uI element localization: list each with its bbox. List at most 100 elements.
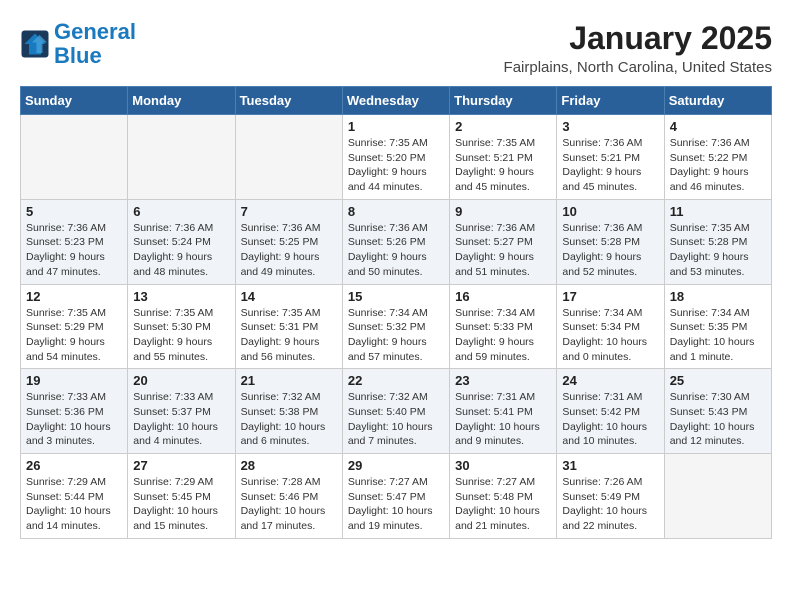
calendar-cell: 11 Sunrise: 7:35 AMSunset: 5:28 PMDayligh… xyxy=(664,199,771,284)
cell-content: Sunrise: 7:36 AMSunset: 5:21 PMDaylight:… xyxy=(562,136,658,195)
calendar-cell: 27 Sunrise: 7:29 AMSunset: 5:45 PMDayligh… xyxy=(128,454,235,539)
calendar-cell: 14 Sunrise: 7:35 AMSunset: 5:31 PMDayligh… xyxy=(235,284,342,369)
cell-content: Sunrise: 7:36 AMSunset: 5:28 PMDaylight:… xyxy=(562,221,658,280)
calendar-cell: 15 Sunrise: 7:34 AMSunset: 5:32 PMDayligh… xyxy=(342,284,449,369)
calendar-cell: 3Sunrise: 7:36 AMSunset: 5:21 PMDaylight… xyxy=(557,115,664,200)
day-number: 22 xyxy=(348,373,444,388)
cell-content: Sunrise: 7:30 AMSunset: 5:43 PMDaylight:… xyxy=(670,390,766,449)
cell-content: Sunrise: 7:36 AMSunset: 5:26 PMDaylight:… xyxy=(348,221,444,280)
page-container: General Blue January 2025 Fairplains, No… xyxy=(0,0,792,549)
calendar-cell: 9 Sunrise: 7:36 AMSunset: 5:27 PMDaylight… xyxy=(450,199,557,284)
cell-content: Sunrise: 7:36 AMSunset: 5:27 PMDaylight:… xyxy=(455,221,551,280)
cell-content: Sunrise: 7:34 AMSunset: 5:32 PMDaylight:… xyxy=(348,306,444,365)
cell-content: Sunrise: 7:35 AMSunset: 5:21 PMDaylight:… xyxy=(455,136,551,195)
day-number: 16 xyxy=(455,289,551,304)
calendar-cell xyxy=(235,115,342,200)
calendar-cell: 23Sunrise: 7:31 AMSunset: 5:41 PMDayligh… xyxy=(450,369,557,454)
cell-content: Sunrise: 7:26 AMSunset: 5:49 PMDaylight:… xyxy=(562,475,658,534)
day-number: 24 xyxy=(562,373,658,388)
cell-content: Sunrise: 7:35 AMSunset: 5:20 PMDaylight:… xyxy=(348,136,444,195)
calendar-cell: 4 Sunrise: 7:36 AMSunset: 5:22 PMDaylight… xyxy=(664,115,771,200)
calendar-cell xyxy=(21,115,128,200)
calendar-cell: 30 Sunrise: 7:27 AMSunset: 5:48 PMDayligh… xyxy=(450,454,557,539)
calendar-week-row: 19 Sunrise: 7:33 AMSunset: 5:36 PMDayligh… xyxy=(21,369,772,454)
day-number: 27 xyxy=(133,458,229,473)
logo-text: General Blue xyxy=(54,20,136,68)
calendar-cell: 19 Sunrise: 7:33 AMSunset: 5:36 PMDayligh… xyxy=(21,369,128,454)
cell-content: Sunrise: 7:35 AMSunset: 5:28 PMDaylight:… xyxy=(670,221,766,280)
calendar-cell: 28Sunrise: 7:28 AMSunset: 5:46 PMDayligh… xyxy=(235,454,342,539)
col-sunday: Sunday xyxy=(21,87,128,115)
calendar-cell: 22 Sunrise: 7:32 AMSunset: 5:40 PMDayligh… xyxy=(342,369,449,454)
cell-content: Sunrise: 7:35 AMSunset: 5:29 PMDaylight:… xyxy=(26,306,122,365)
cell-content: Sunrise: 7:36 AMSunset: 5:23 PMDaylight:… xyxy=(26,221,122,280)
col-saturday: Saturday xyxy=(664,87,771,115)
cell-content: Sunrise: 7:27 AMSunset: 5:47 PMDaylight:… xyxy=(348,475,444,534)
logo-icon xyxy=(20,29,50,59)
cell-content: Sunrise: 7:33 AMSunset: 5:36 PMDaylight:… xyxy=(26,390,122,449)
day-number: 6 xyxy=(133,204,229,219)
calendar-cell: 5 Sunrise: 7:36 AMSunset: 5:23 PMDaylight… xyxy=(21,199,128,284)
day-number: 4 xyxy=(670,119,766,134)
calendar-week-row: 26 Sunrise: 7:29 AMSunset: 5:44 PMDayligh… xyxy=(21,454,772,539)
calendar-cell: 17 Sunrise: 7:34 AMSunset: 5:34 PMDayligh… xyxy=(557,284,664,369)
calendar-cell: 26 Sunrise: 7:29 AMSunset: 5:44 PMDayligh… xyxy=(21,454,128,539)
calendar-cell: 1Sunrise: 7:35 AMSunset: 5:20 PMDaylight… xyxy=(342,115,449,200)
day-number: 19 xyxy=(26,373,122,388)
calendar-header-row: Sunday Monday Tuesday Wednesday Thursday… xyxy=(21,87,772,115)
calendar-cell: 21 Sunrise: 7:32 AMSunset: 5:38 PMDayligh… xyxy=(235,369,342,454)
calendar-cell: 25 Sunrise: 7:30 AMSunset: 5:43 PMDayligh… xyxy=(664,369,771,454)
day-number: 21 xyxy=(241,373,337,388)
day-number: 26 xyxy=(26,458,122,473)
day-number: 10 xyxy=(562,204,658,219)
cell-content: Sunrise: 7:28 AMSunset: 5:46 PMDaylight:… xyxy=(241,475,337,534)
day-number: 9 xyxy=(455,204,551,219)
day-number: 20 xyxy=(133,373,229,388)
calendar-cell: 2 Sunrise: 7:35 AMSunset: 5:21 PMDaylight… xyxy=(450,115,557,200)
cell-content: Sunrise: 7:36 AMSunset: 5:24 PMDaylight:… xyxy=(133,221,229,280)
cell-content: Sunrise: 7:36 AMSunset: 5:25 PMDaylight:… xyxy=(241,221,337,280)
calendar-cell: 16 Sunrise: 7:34 AMSunset: 5:33 PMDayligh… xyxy=(450,284,557,369)
calendar-cell: 24 Sunrise: 7:31 AMSunset: 5:42 PMDayligh… xyxy=(557,369,664,454)
day-number: 30 xyxy=(455,458,551,473)
calendar-cell: 31Sunrise: 7:26 AMSunset: 5:49 PMDayligh… xyxy=(557,454,664,539)
day-number: 5 xyxy=(26,204,122,219)
day-number: 17 xyxy=(562,289,658,304)
calendar-week-row: 1Sunrise: 7:35 AMSunset: 5:20 PMDaylight… xyxy=(21,115,772,200)
logo: General Blue xyxy=(20,20,136,68)
calendar-cell: 7Sunrise: 7:36 AMSunset: 5:25 PMDaylight… xyxy=(235,199,342,284)
calendar-cell: 12 Sunrise: 7:35 AMSunset: 5:29 PMDayligh… xyxy=(21,284,128,369)
cell-content: Sunrise: 7:34 AMSunset: 5:35 PMDaylight:… xyxy=(670,306,766,365)
cell-content: Sunrise: 7:31 AMSunset: 5:41 PMDaylight:… xyxy=(455,390,551,449)
cell-content: Sunrise: 7:31 AMSunset: 5:42 PMDaylight:… xyxy=(562,390,658,449)
cell-content: Sunrise: 7:29 AMSunset: 5:45 PMDaylight:… xyxy=(133,475,229,534)
calendar-cell: 10 Sunrise: 7:36 AMSunset: 5:28 PMDayligh… xyxy=(557,199,664,284)
day-number: 29 xyxy=(348,458,444,473)
day-number: 25 xyxy=(670,373,766,388)
col-thursday: Thursday xyxy=(450,87,557,115)
calendar-cell: 20Sunrise: 7:33 AMSunset: 5:37 PMDayligh… xyxy=(128,369,235,454)
calendar-cell: 18 Sunrise: 7:34 AMSunset: 5:35 PMDayligh… xyxy=(664,284,771,369)
cell-content: Sunrise: 7:35 AMSunset: 5:31 PMDaylight:… xyxy=(241,306,337,365)
day-number: 15 xyxy=(348,289,444,304)
day-number: 11 xyxy=(670,204,766,219)
cell-content: Sunrise: 7:35 AMSunset: 5:30 PMDaylight:… xyxy=(133,306,229,365)
cell-content: Sunrise: 7:36 AMSunset: 5:22 PMDaylight:… xyxy=(670,136,766,195)
col-friday: Friday xyxy=(557,87,664,115)
cell-content: Sunrise: 7:27 AMSunset: 5:48 PMDaylight:… xyxy=(455,475,551,534)
cell-content: Sunrise: 7:32 AMSunset: 5:40 PMDaylight:… xyxy=(348,390,444,449)
day-number: 12 xyxy=(26,289,122,304)
calendar-cell xyxy=(664,454,771,539)
col-monday: Monday xyxy=(128,87,235,115)
cell-content: Sunrise: 7:34 AMSunset: 5:33 PMDaylight:… xyxy=(455,306,551,365)
day-number: 2 xyxy=(455,119,551,134)
col-tuesday: Tuesday xyxy=(235,87,342,115)
day-number: 14 xyxy=(241,289,337,304)
cell-content: Sunrise: 7:32 AMSunset: 5:38 PMDaylight:… xyxy=(241,390,337,449)
day-number: 18 xyxy=(670,289,766,304)
day-number: 13 xyxy=(133,289,229,304)
calendar-table: Sunday Monday Tuesday Wednesday Thursday… xyxy=(20,86,772,539)
month-year: January 2025 xyxy=(504,20,772,57)
cell-content: Sunrise: 7:29 AMSunset: 5:44 PMDaylight:… xyxy=(26,475,122,534)
cell-content: Sunrise: 7:34 AMSunset: 5:34 PMDaylight:… xyxy=(562,306,658,365)
